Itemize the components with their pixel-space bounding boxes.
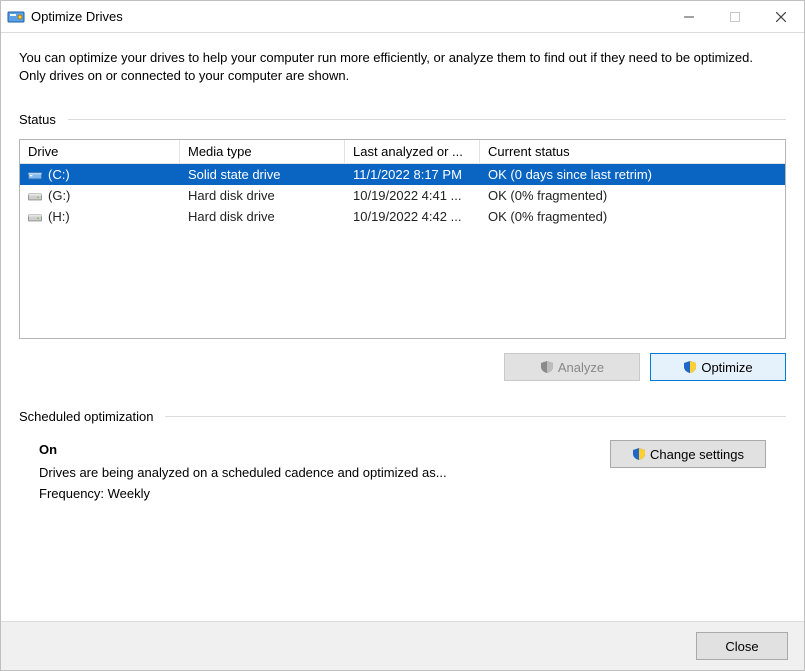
scheduled-frequency: Frequency: Weekly: [39, 484, 590, 505]
drive-table[interactable]: Drive Media type Last analyzed or ... Cu…: [19, 139, 786, 339]
change-settings-button[interactable]: Change settings: [610, 440, 766, 468]
status-section-header: Status: [19, 112, 786, 127]
scheduled-section-label: Scheduled optimization: [19, 409, 165, 424]
cell-status: OK (0% fragmented): [480, 185, 785, 206]
scheduled-info: On Drives are being analyzed on a schedu…: [19, 436, 786, 504]
cell-drive: (G:): [20, 185, 180, 206]
table-header-row: Drive Media type Last analyzed or ... Cu…: [20, 140, 785, 164]
scheduled-section-header: Scheduled optimization: [19, 409, 786, 424]
description-text: You can optimize your drives to help you…: [19, 49, 759, 84]
status-section-label: Status: [19, 112, 68, 127]
col-header-media[interactable]: Media type: [180, 140, 345, 163]
content-area: You can optimize your drives to help you…: [1, 33, 804, 621]
minimize-button[interactable]: [666, 1, 712, 32]
shield-icon: [683, 360, 697, 374]
close-dialog-button[interactable]: Close: [696, 632, 788, 660]
close-label: Close: [725, 639, 758, 654]
cell-last: 11/1/2022 8:17 PM: [345, 164, 480, 185]
col-header-last[interactable]: Last analyzed or ...: [345, 140, 480, 163]
shield-icon: [540, 360, 554, 374]
cell-status: OK (0 days since last retrim): [480, 164, 785, 185]
divider: [68, 119, 786, 120]
analyze-label: Analyze: [558, 360, 604, 375]
scheduled-detail: Drives are being analyzed on a scheduled…: [39, 463, 590, 484]
optimize-button[interactable]: Optimize: [650, 353, 786, 381]
analyze-button: Analyze: [504, 353, 640, 381]
app-icon: [7, 8, 25, 26]
scheduled-state: On: [39, 440, 590, 461]
cell-drive: (H:): [20, 206, 180, 227]
cell-last: 10/19/2022 4:41 ...: [345, 185, 480, 206]
cell-status: OK (0% fragmented): [480, 206, 785, 227]
window-controls: [666, 1, 804, 32]
col-header-drive[interactable]: Drive: [20, 140, 180, 163]
footer: Close: [1, 621, 804, 670]
cell-media: Solid state drive: [180, 164, 345, 185]
close-button[interactable]: [758, 1, 804, 32]
table-row[interactable]: (C:)Solid state drive11/1/2022 8:17 PMOK…: [20, 164, 785, 185]
maximize-button: [712, 1, 758, 32]
optimize-label: Optimize: [701, 360, 752, 375]
divider: [165, 416, 786, 417]
change-settings-label: Change settings: [650, 447, 744, 462]
col-header-status[interactable]: Current status: [480, 140, 785, 163]
table-row[interactable]: (H:)Hard disk drive10/19/2022 4:42 ...OK…: [20, 206, 785, 227]
cell-last: 10/19/2022 4:42 ...: [345, 206, 480, 227]
titlebar: Optimize Drives: [1, 1, 804, 33]
action-buttons: Analyze Optimize: [19, 353, 786, 381]
cell-drive: (C:): [20, 164, 180, 185]
shield-icon: [632, 447, 646, 461]
window-title: Optimize Drives: [31, 9, 666, 24]
cell-media: Hard disk drive: [180, 185, 345, 206]
cell-media: Hard disk drive: [180, 206, 345, 227]
table-row[interactable]: (G:)Hard disk drive10/19/2022 4:41 ...OK…: [20, 185, 785, 206]
